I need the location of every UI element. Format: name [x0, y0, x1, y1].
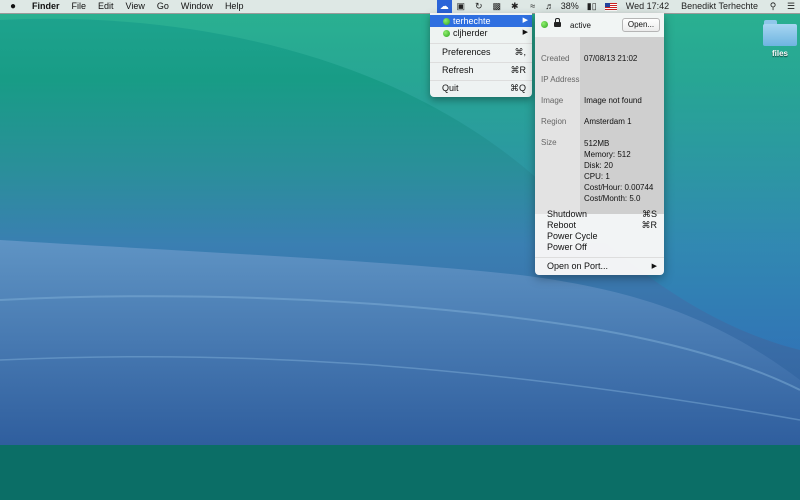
desktop-folder-files[interactable]: files [760, 20, 800, 58]
app-menu-finder[interactable]: Finder [26, 0, 66, 13]
open-button[interactable]: Open... [622, 18, 660, 32]
open-on-port-item[interactable]: Open on Port... ▶ [547, 261, 657, 272]
droplets-menu: terhechte ▶ cljherder ▶ Preferences ⌘, R… [430, 13, 532, 97]
desktop-bottom-band [0, 445, 800, 500]
disk-value: Disk: 20 [584, 161, 613, 170]
menu-separator [430, 43, 532, 44]
folder-label: files [771, 49, 788, 58]
submenu-arrow-icon: ▶ [522, 17, 528, 24]
menu-item-label: Power Off [547, 242, 587, 252]
menu-item-quit[interactable]: Quit ⌘Q [430, 82, 532, 94]
bluetooth-icon[interactable]: ✱ [506, 0, 524, 13]
volume-icon[interactable]: ♬ [542, 0, 558, 13]
input-source-flag-icon[interactable] [602, 0, 620, 13]
menu-item-shortcut: ⌘S [641, 209, 657, 219]
size-values: 512MB Memory: 512 Disk: 20 CPU: 1 Cost/H… [584, 138, 653, 204]
menu-item-shortcut: ⌘, [514, 47, 526, 57]
menu-bar: ● Finder File Edit View Go Window Help ☁… [0, 0, 800, 14]
size-value: 512MB [584, 139, 610, 148]
airplay-icon[interactable]: ▣ [452, 0, 470, 13]
region-label: Region [541, 117, 567, 126]
size-label: Size [541, 138, 557, 147]
submenu-arrow-icon: ▶ [522, 29, 528, 36]
server-status: active [570, 21, 591, 30]
menu-help[interactable]: Help [219, 0, 250, 13]
menu-item-label: Preferences [442, 47, 491, 57]
server-name: cljherder [453, 28, 488, 38]
power-cycle-item[interactable]: Power Cycle [547, 231, 657, 242]
power-off-item[interactable]: Power Off [547, 242, 657, 253]
menu-item-server-cljherder[interactable]: cljherder ▶ [430, 27, 532, 39]
menu-view[interactable]: View [120, 0, 151, 13]
notification-center-icon[interactable]: ☰ [782, 0, 800, 13]
reboot-item[interactable]: Reboot ⌘R [547, 220, 657, 231]
lock-icon [554, 18, 561, 28]
droplet-status-icon[interactable]: ☁ [436, 0, 452, 13]
menu-separator [430, 80, 532, 81]
spotlight-search-icon[interactable]: ⚲ [764, 0, 782, 13]
menu-item-shortcut: ⌘R [510, 65, 527, 75]
status-dot-icon [443, 18, 450, 25]
status-dot-icon [443, 30, 450, 37]
submenu-arrow-icon: ▶ [651, 263, 657, 270]
ip-address-label: IP Address [541, 75, 580, 84]
menu-item-preferences[interactable]: Preferences ⌘, [430, 46, 532, 58]
memory-value: Memory: 512 [584, 150, 631, 159]
menu-separator [535, 257, 664, 258]
region-value: Amsterdam 1 [584, 117, 632, 126]
desktop-wallpaper [0, 0, 800, 445]
menu-item-shortcut: ⌘R [641, 220, 658, 230]
menu-item-label: Reboot [547, 220, 577, 230]
menu-window[interactable]: Window [175, 0, 219, 13]
menu-file[interactable]: File [66, 0, 93, 13]
wave-graphic [0, 0, 800, 445]
battery-icon[interactable]: ▮▯ [582, 0, 602, 13]
folder-icon [763, 20, 797, 46]
created-value: 07/08/13 21:02 [584, 54, 638, 63]
menu-item-label: Quit [442, 83, 459, 93]
battery-percent: 38% [560, 1, 579, 11]
menu-item-label: Power Cycle [547, 231, 598, 241]
user-name[interactable]: Benedikt Terhechte [675, 0, 764, 13]
server-name: terhechte [453, 16, 491, 26]
menu-edit[interactable]: Edit [92, 0, 120, 13]
image-value: Image not found [584, 96, 642, 105]
apple-menu-icon[interactable]: ● [0, 0, 26, 13]
menu-item-server-terhechte[interactable]: terhechte ▶ [430, 15, 532, 27]
created-label: Created [541, 54, 570, 63]
status-dot-icon [541, 21, 548, 28]
shutdown-item[interactable]: Shutdown ⌘S [547, 209, 657, 220]
menu-item-refresh[interactable]: Refresh ⌘R [430, 64, 532, 76]
server-status-header: active Open... [535, 13, 664, 37]
image-label: Image [541, 96, 564, 105]
menu-separator [430, 62, 532, 63]
menu-item-label: Refresh [442, 65, 474, 75]
cost-hour-value: Cost/Hour: 0.00744 [584, 183, 654, 192]
menu-item-label: Shutdown [547, 209, 588, 219]
cpu-value: CPU: 1 [584, 172, 610, 181]
cost-month-value: Cost/Month: 5.0 [584, 194, 641, 203]
server-details-table: Created 07/08/13 21:02 IP Address Image … [535, 37, 664, 214]
menubar-clock[interactable]: Wed 17:42 [620, 0, 675, 13]
wifi-icon[interactable]: ≈ [524, 0, 542, 13]
time-machine-icon[interactable]: ↻ [470, 0, 488, 13]
activity-monitor-icon[interactable]: ▩ [488, 0, 506, 13]
server-detail-submenu: active Open... Created 07/08/13 21:02 IP… [535, 13, 664, 275]
menu-go[interactable]: Go [151, 0, 175, 13]
menu-item-label: Open on Port... [547, 261, 609, 271]
menu-item-shortcut: ⌘Q [509, 83, 526, 93]
